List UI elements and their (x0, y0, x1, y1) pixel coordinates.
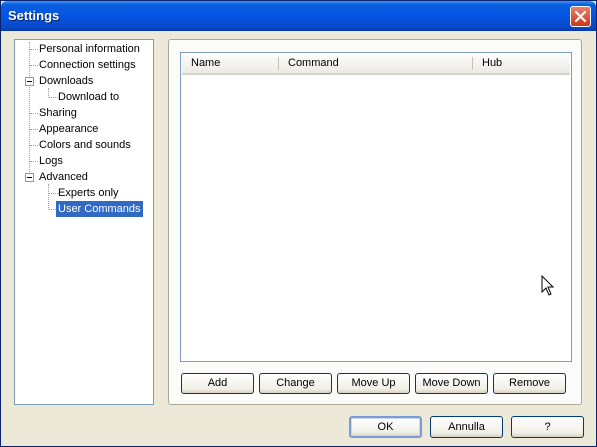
tree-connector (49, 209, 56, 210)
mouse-cursor-icon (541, 275, 555, 296)
ok-button[interactable]: OK (349, 416, 422, 438)
move-down-button[interactable]: Move Down (415, 373, 488, 394)
column-header-name[interactable]: Name (182, 54, 279, 73)
collapse-downloads-icon[interactable] (25, 77, 34, 86)
tree-item-personal-information[interactable]: Personal information (37, 41, 142, 57)
change-button[interactable]: Change (259, 373, 332, 394)
move-up-button[interactable]: Move Up (337, 373, 410, 394)
column-header-command[interactable]: Command (279, 54, 473, 73)
tree-item-user-commands[interactable]: User Commands (56, 201, 143, 217)
tree-item-appearance[interactable]: Appearance (37, 121, 100, 137)
settings-window: Settings Personal information Connection… (0, 0, 597, 447)
tree-item-connection-settings[interactable]: Connection settings (37, 57, 138, 73)
list-header: Name Command Hub (182, 54, 570, 75)
remove-button[interactable]: Remove (493, 373, 566, 394)
tree-item-colors-and-sounds[interactable]: Colors and sounds (37, 137, 133, 153)
tree-item-experts-only[interactable]: Experts only (56, 185, 121, 201)
tree-item-advanced[interactable]: Advanced (37, 169, 90, 185)
title-bar[interactable]: Settings (1, 1, 596, 31)
tree-connector (29, 42, 30, 180)
tree-connector (48, 184, 49, 210)
close-button[interactable] (570, 6, 591, 27)
tree-item-logs[interactable]: Logs (37, 153, 65, 169)
tree-item-download-to[interactable]: Download to (56, 89, 121, 105)
window-title: Settings (8, 8, 60, 23)
tree-item-sharing[interactable]: Sharing (37, 105, 79, 121)
close-icon (574, 10, 587, 23)
add-button[interactable]: Add (181, 373, 254, 394)
collapse-advanced-icon[interactable] (25, 173, 34, 182)
column-header-hub[interactable]: Hub (473, 54, 570, 73)
user-commands-list[interactable]: Name Command Hub (180, 52, 572, 362)
tree-item-downloads[interactable]: Downloads (37, 73, 95, 89)
help-button[interactable]: ? (511, 416, 584, 438)
cancel-button[interactable]: Annulla (430, 416, 503, 438)
settings-tree[interactable]: Personal information Connection settings… (14, 39, 154, 405)
